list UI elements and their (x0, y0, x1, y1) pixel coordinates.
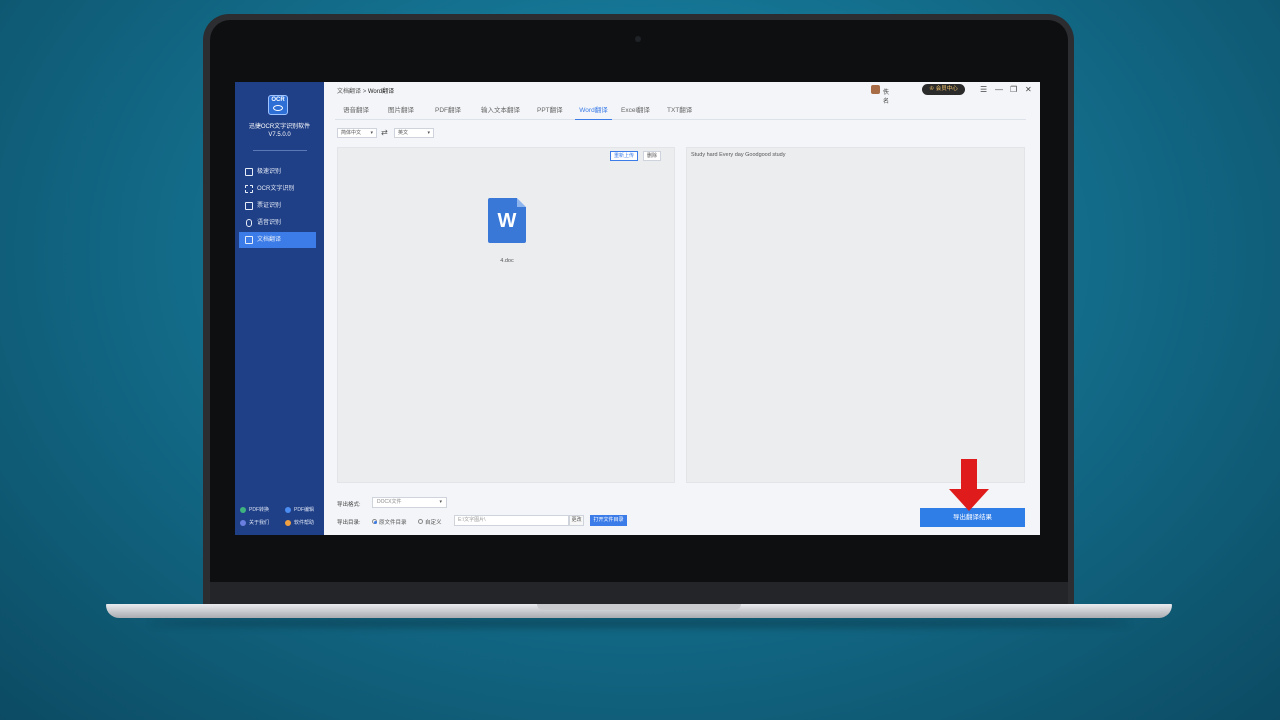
sidebar-item-label: OCR文字识别 (257, 186, 295, 192)
reupload-button[interactable]: 重新上传 (610, 151, 639, 161)
export-dir-label: 导出目录: (337, 520, 361, 526)
about-icon (240, 520, 246, 526)
link-label: PDF转换 (249, 507, 270, 513)
pdf-convert-icon (240, 507, 246, 513)
tab-ppt-translate[interactable]: PPT翻译 (537, 104, 563, 120)
tab-txt-translate[interactable]: TXT翻译 (667, 104, 692, 120)
sidebar-item-label: 文档翻译 (257, 237, 282, 243)
about-us-link[interactable]: 关于我们 (240, 519, 269, 527)
radio-label: 自定义 (425, 520, 442, 526)
arrow-shaft (961, 459, 977, 491)
translation-result-panel[interactable]: Study hard Every day Goodgood study (686, 147, 1025, 483)
source-language-select[interactable]: 简体中文 (337, 128, 377, 138)
breadcrumb-separator: > (362, 89, 367, 95)
pdf-edit-icon (285, 507, 291, 513)
link-label: 关于我们 (249, 520, 270, 526)
pdf-edit-link[interactable]: PDF编辑 (285, 506, 314, 514)
sidebar-item-label: 极速识别 (257, 169, 282, 175)
radio-custom-dir[interactable]: 自定义 (418, 518, 442, 526)
translation-result-text: Study hard Every day Goodgood study (691, 152, 786, 158)
sidebar: OCR 迅捷OCR文字识别软件 V7.5.0.0 极速识别 OCR文字识别 票证… (235, 82, 324, 535)
tab-pdf-translate[interactable]: PDF翻译 (435, 104, 461, 120)
pdf-convert-link[interactable]: PDF转换 (240, 506, 269, 514)
target-language-select[interactable]: 英文 (394, 128, 434, 138)
sidebar-footer: PDF转换 PDF编辑 关于我们 软件帮助 (235, 502, 324, 535)
file-fold (517, 198, 526, 207)
eye-icon (273, 105, 283, 111)
sidebar-item-ticket[interactable]: 票证识别 (239, 198, 316, 214)
radio-label: 原文件目录 (379, 520, 407, 526)
link-label: PDF编辑 (294, 507, 315, 513)
radio-checked-icon (372, 519, 377, 524)
laptop-chin (210, 582, 1068, 606)
translate-tabs: 语音翻译 图片翻译 PDF翻译 输入文本翻译 PPT翻译 Word翻译 Exce… (335, 100, 1026, 120)
open-folder-button[interactable]: 打开文件目录 (590, 515, 627, 526)
delete-button[interactable]: 删除 (643, 151, 662, 161)
close-icon[interactable]: ✕ (1025, 84, 1032, 96)
laptop-shadow (150, 618, 1130, 628)
sidebar-item-label: 语音识别 (257, 220, 282, 226)
breadcrumb-current: Word翻译 (367, 89, 395, 95)
vip-center-button[interactable]: ♔ 会员中心 (922, 84, 965, 95)
sidebar-item-ocr[interactable]: OCR文字识别 (239, 181, 316, 197)
logo-text: OCR (271, 97, 285, 103)
sidebar-item-voice[interactable]: 语音识别 (239, 215, 316, 231)
laptop-notch (537, 604, 741, 610)
fast-scan-icon (245, 168, 253, 176)
word-file-icon[interactable]: W (488, 198, 526, 243)
sidebar-divider (253, 150, 307, 151)
app-window: OCR 迅捷OCR文字识别软件 V7.5.0.0 极速识别 OCR文字识别 票证… (235, 82, 1040, 535)
sidebar-item-fast-ocr[interactable]: 极速识别 (239, 164, 316, 180)
file-icon-letter: W (497, 210, 517, 232)
source-document-panel: 重新上传 删除 W 4.doc (337, 147, 675, 483)
swap-language-icon[interactable]: ⇄ (381, 128, 388, 138)
breadcrumb: 文档翻译 > Word翻译 (337, 86, 394, 95)
app-name: 迅捷OCR文字识别软件 (248, 124, 311, 130)
document-translate-icon (245, 236, 253, 244)
restore-icon[interactable]: ❐ (1010, 84, 1017, 96)
change-path-button[interactable]: 更改 (569, 515, 584, 526)
radio-unchecked-icon (418, 519, 423, 524)
export-format-select[interactable]: DOCX文件 (372, 497, 447, 508)
red-arrow-annotation (949, 459, 989, 514)
tab-word-translate[interactable]: Word翻译 (575, 104, 612, 120)
app-title: 迅捷OCR文字识别软件 V7.5.0.0 (235, 123, 324, 139)
tab-text-translate[interactable]: 输入文本翻译 (481, 104, 520, 120)
radio-source-dir[interactable]: 原文件目录 (372, 518, 407, 526)
webcam-icon (635, 36, 641, 42)
sidebar-item-label: 票证识别 (257, 203, 282, 209)
file-name: 4.doc (500, 258, 514, 264)
avatar[interactable] (871, 85, 880, 94)
tab-excel-translate[interactable]: Excel翻译 (621, 104, 650, 120)
sidebar-item-doc-translate[interactable]: 文档翻译 (239, 232, 316, 248)
app-logo: OCR (268, 95, 288, 115)
arrow-down-icon (949, 489, 989, 511)
app-version: V7.5.0.0 (268, 132, 291, 138)
tab-voice-translate[interactable]: 语音翻译 (343, 104, 369, 120)
microphone-icon (246, 219, 252, 227)
tab-image-translate[interactable]: 图片翻译 (388, 104, 414, 120)
link-label: 软件帮助 (294, 520, 315, 526)
ticket-icon (245, 202, 253, 210)
scan-frame-icon (245, 185, 253, 193)
breadcrumb-parent[interactable]: 文档翻译 (337, 89, 361, 95)
export-format-label: 导出格式: (337, 502, 361, 508)
export-path-input[interactable]: E:\文字图片\ (454, 515, 569, 526)
help-icon (285, 520, 291, 526)
minimize-icon[interactable]: — (995, 84, 1003, 96)
help-link[interactable]: 软件帮助 (285, 519, 314, 527)
menu-icon[interactable]: ☰ (980, 84, 987, 96)
